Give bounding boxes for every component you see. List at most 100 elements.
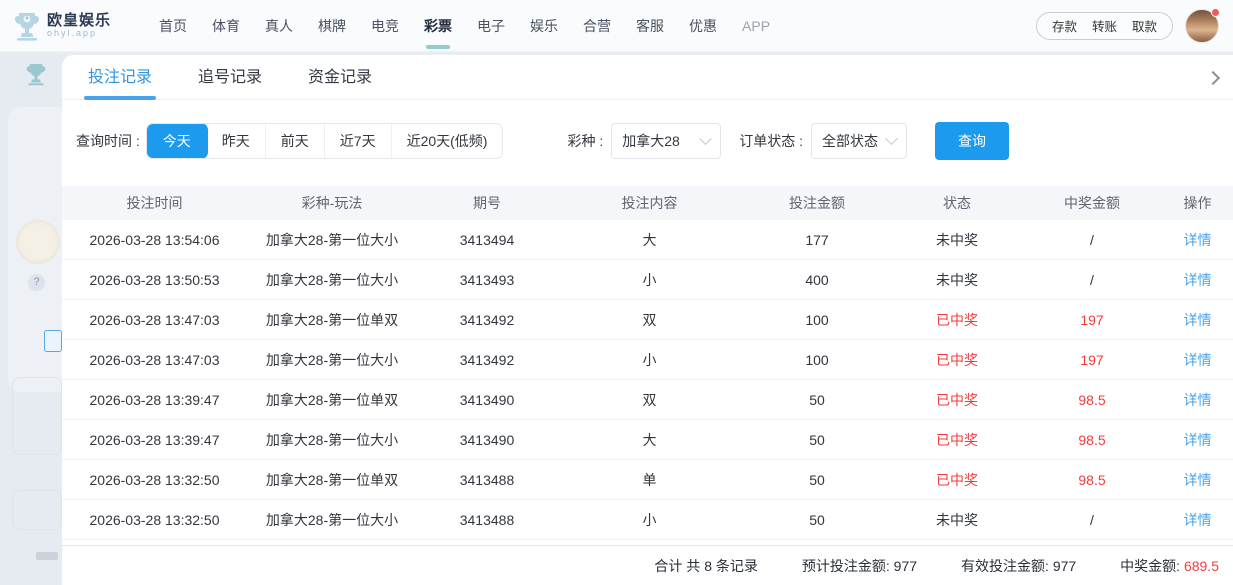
win-amount-cell: 197 [1022, 352, 1162, 368]
summary-label: 有效投注金额: [961, 558, 1053, 574]
bet-amount-cell: 50 [742, 472, 892, 488]
time-filter-option[interactable]: 近7天 [324, 124, 391, 158]
wallet-action[interactable]: 取款 [1132, 16, 1157, 35]
status-filter-label: 订单状态 : [739, 131, 803, 151]
time-filter-option[interactable]: 近20天(低频) [391, 124, 503, 158]
game-play-cell: 加拿大28-第一位单双 [247, 470, 417, 490]
record-tabs: 投注记录 追号记录 资金记录 [62, 55, 1233, 100]
detail-link[interactable]: 详情 [1184, 432, 1212, 448]
wallet-action[interactable]: 转账 [1092, 16, 1117, 35]
bet-time-cell: 2026-03-28 13:47:03 [62, 352, 247, 368]
collapse-chevron-right-icon[interactable] [1203, 69, 1221, 87]
bet-content-cell: 大 [557, 230, 742, 250]
nav-item[interactable]: 娱乐 [524, 0, 564, 52]
user-avatar[interactable] [1185, 9, 1219, 43]
action-cell: 详情 [1162, 350, 1233, 370]
lottery-filter-label: 彩种 : [567, 131, 603, 151]
nav-item[interactable]: 首页 [153, 0, 193, 52]
nav-item[interactable]: 棋牌 [312, 0, 352, 52]
nav-item[interactable]: 电竞 [365, 0, 405, 52]
bet-amount-cell: 100 [742, 352, 892, 368]
bet-time-cell: 2026-03-28 13:39:47 [62, 392, 247, 408]
action-cell: 详情 [1162, 470, 1233, 490]
order-status-select[interactable]: 全部状态 [811, 123, 907, 159]
tab[interactable]: 追号记录 [198, 55, 262, 100]
brand-logo[interactable]: 欧皇娱乐 ohyl.app [14, 11, 111, 41]
lottery-select-value: 加拿大28 [622, 131, 680, 151]
wallet-action[interactable]: 存款 [1052, 16, 1077, 35]
detail-link[interactable]: 详情 [1184, 352, 1212, 368]
brand-domain: ohyl.app [47, 29, 111, 38]
background-avatar [16, 220, 60, 264]
summary-item: 有效投注金额: 977 [961, 556, 1076, 576]
nav-item[interactable]: APP [736, 0, 776, 52]
nav-item[interactable]: 彩票 [418, 0, 458, 52]
search-button[interactable]: 查询 [935, 122, 1009, 160]
background-card [12, 490, 62, 530]
table-header-cell: 投注时间 [62, 193, 247, 213]
summary-value: 977 [894, 558, 917, 574]
time-filter-option[interactable]: 昨天 [207, 124, 265, 158]
detail-link[interactable]: 详情 [1184, 392, 1212, 408]
summary-item: 中奖金额: 689.5 [1120, 556, 1219, 576]
win-amount-cell: 98.5 [1022, 432, 1162, 448]
table-row: 2026-03-28 13:32:50加拿大28-第一位大小3413488小50… [62, 500, 1233, 540]
detail-link[interactable]: 详情 [1184, 232, 1212, 248]
table-row: 2026-03-28 13:32:50加拿大28-第一位单双3413488单50… [62, 460, 1233, 500]
detail-link[interactable]: 详情 [1184, 512, 1212, 528]
action-cell: 详情 [1162, 510, 1233, 530]
bet-content-cell: 大 [557, 430, 742, 450]
filter-bar: 查询时间 : 今天昨天前天近7天近20天(低频) 彩种 : 加拿大28 订单状态… [62, 100, 1233, 160]
nav-item[interactable]: 优惠 [683, 0, 723, 52]
tab[interactable]: 资金记录 [308, 55, 372, 100]
bet-content-cell: 双 [557, 310, 742, 330]
time-filter-group: 今天昨天前天近7天近20天(低频) [146, 123, 504, 159]
table-header-cell: 中奖金额 [1022, 193, 1162, 213]
game-play-cell: 加拿大28-第一位大小 [247, 350, 417, 370]
total-records-text: 合计 共 8 条记录 [654, 556, 757, 576]
table-header-cell: 投注金额 [742, 193, 892, 213]
background-selected-box [44, 330, 62, 352]
bet-content-cell: 单 [557, 470, 742, 490]
nav-item[interactable]: 电子 [471, 0, 511, 52]
records-panel: 投注记录 追号记录 资金记录 查询时间 : 今天昨天前天近7天近20天(低频) 彩种… [62, 55, 1233, 585]
table-header-row: 投注时间彩种-玩法期号投注内容投注金额状态中奖金额操作 [62, 186, 1233, 220]
table-row: 2026-03-28 13:50:53加拿大28-第一位大小3413493小40… [62, 260, 1233, 300]
tab[interactable]: 投注记录 [88, 55, 152, 100]
action-cell: 详情 [1162, 310, 1233, 330]
game-play-cell: 加拿大28-第一位单双 [247, 310, 417, 330]
table-row: 2026-03-28 13:39:47加拿大28-第一位单双3413490双50… [62, 380, 1233, 420]
win-amount-cell: 98.5 [1022, 392, 1162, 408]
lottery-select[interactable]: 加拿大28 [611, 123, 721, 159]
status-cell: 已中奖 [892, 470, 1022, 490]
status-cell: 未中奖 [892, 510, 1022, 530]
nav-item[interactable]: 体育 [206, 0, 246, 52]
action-cell: 详情 [1162, 230, 1233, 250]
issue-number-cell: 3413494 [417, 232, 557, 248]
status-cell: 未中奖 [892, 230, 1022, 250]
background-page-fragment: ? [0, 52, 62, 585]
issue-number-cell: 3413490 [417, 432, 557, 448]
chevron-down-icon [699, 132, 712, 145]
win-amount-cell: / [1022, 232, 1162, 248]
time-filter-option[interactable]: 前天 [265, 124, 324, 158]
bet-content-cell: 小 [557, 350, 742, 370]
detail-link[interactable]: 详情 [1184, 312, 1212, 328]
summary-label: 中奖金额: [1120, 558, 1184, 574]
status-cell: 已中奖 [892, 390, 1022, 410]
background-trophy-icon [26, 62, 46, 91]
summary-bar: 合计 共 8 条记录 预计投注金额: 977有效投注金额: 977中奖金额: 6… [62, 545, 1233, 585]
nav-item[interactable]: 客服 [630, 0, 670, 52]
detail-link[interactable]: 详情 [1184, 272, 1212, 288]
nav-item[interactable]: 合营 [577, 0, 617, 52]
action-cell: 详情 [1162, 430, 1233, 450]
nav-item[interactable]: 真人 [259, 0, 299, 52]
summary-value: 977 [1053, 558, 1076, 574]
bet-time-cell: 2026-03-28 13:54:06 [62, 232, 247, 248]
game-play-cell: 加拿大28-第一位大小 [247, 230, 417, 250]
time-filter-option[interactable]: 今天 [146, 123, 208, 159]
table-header-cell: 操作 [1162, 193, 1233, 213]
table-header-cell: 状态 [892, 193, 1022, 213]
issue-number-cell: 3413488 [417, 512, 557, 528]
detail-link[interactable]: 详情 [1184, 472, 1212, 488]
